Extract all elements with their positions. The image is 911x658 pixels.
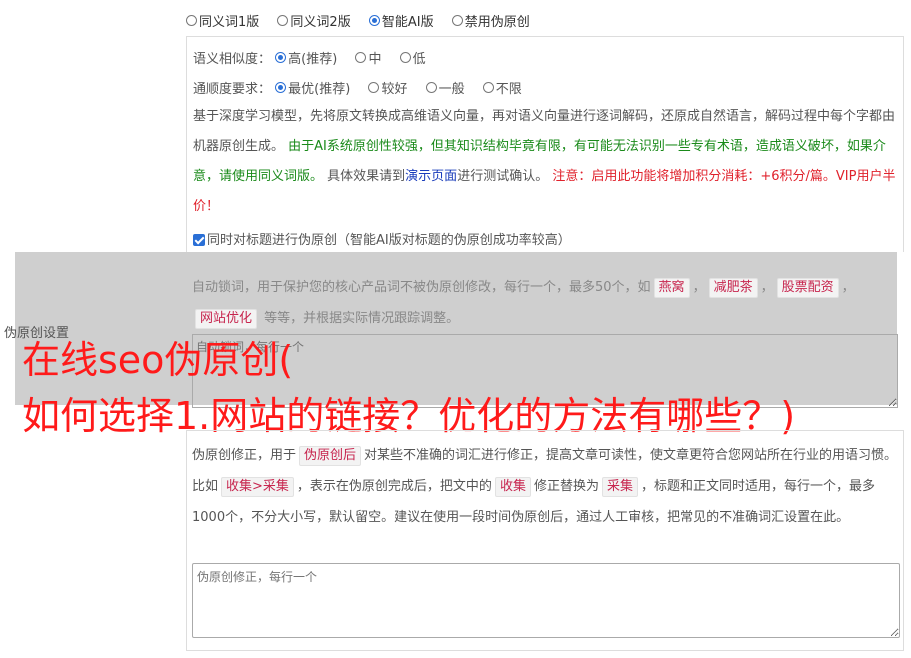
correction-description: 伪原创修正，用于 伪原创后 对某些不准确的词汇进行修正，提高文章可读性，使文章更符合… <box>192 446 898 525</box>
mode-radio-group: 同义词1版 同义词2版 智能AI版 禁用伪原创 <box>186 11 544 30</box>
checkbox-checked-icon[interactable] <box>193 234 205 246</box>
example-tag: 收集 <box>494 477 531 497</box>
radio-icon[interactable] <box>277 15 289 26</box>
title-checkbox-row[interactable]: 同时对标题进行伪原创（智能AI版对标题的伪原创成功率较高） <box>193 229 571 248</box>
example-tag: 采集 <box>601 477 638 497</box>
correction-input[interactable] <box>192 563 900 638</box>
similarity-label: 语义相似度： <box>193 52 272 67</box>
radio-icon[interactable] <box>425 82 437 93</box>
fluency-normal[interactable]: 一般 <box>425 78 465 97</box>
example-tag: 燕窝 <box>653 278 690 298</box>
radio-icon[interactable] <box>451 15 463 26</box>
demo-page-link[interactable]: 演示页面 <box>405 169 457 184</box>
lock-words-description: 自动锁词，用于保护您的核心产品词不被伪原创修改，每行一个，最多50个，如 燕窝，减… <box>192 272 897 334</box>
similarity-row: 语义相似度： 高(推荐) 中 低 <box>193 48 440 67</box>
example-tag: 伪原创后 <box>299 446 362 466</box>
mode-option-synonym1[interactable]: 同义词1版 <box>186 11 259 30</box>
ai-settings-panel: 语义相似度： 高(推荐) 中 低 通顺度要求： 最优(推荐) 较好 一般 不限 … <box>186 36 904 252</box>
similarity-medium[interactable]: 中 <box>355 48 381 67</box>
radio-icon[interactable] <box>186 15 197 26</box>
example-tag: 收集>采集 <box>221 477 294 497</box>
fluency-label: 通顺度要求： <box>193 82 272 97</box>
fluency-any[interactable]: 不限 <box>482 78 522 97</box>
fluency-row: 通顺度要求： 最优(推荐) 较好 一般 不限 <box>193 78 536 97</box>
mode-option-disable[interactable]: 禁用伪原创 <box>451 11 530 30</box>
radio-icon[interactable] <box>355 52 367 63</box>
radio-selected-icon[interactable] <box>275 82 287 93</box>
mode-option-synonym2[interactable]: 同义词2版 <box>277 11 351 30</box>
example-tag: 股票配资 <box>776 278 839 298</box>
fluency-best[interactable]: 最优(推荐) <box>275 78 350 97</box>
example-tag: 网站优化 <box>195 309 258 329</box>
radio-icon[interactable] <box>399 52 411 63</box>
radio-selected-icon[interactable] <box>275 52 287 63</box>
similarity-low[interactable]: 低 <box>399 48 426 67</box>
mode-option-ai[interactable]: 智能AI版 <box>368 11 434 30</box>
example-tag: 减肥茶 <box>708 278 758 298</box>
similarity-high[interactable]: 高(推荐) <box>275 48 337 67</box>
radio-icon[interactable] <box>368 82 380 93</box>
overlay-headline: 在线seo伪原创( 如何选择1.网站的链接？优化的方法有哪些？) <box>22 338 796 438</box>
radio-icon[interactable] <box>482 82 494 93</box>
radio-selected-icon[interactable] <box>368 15 380 26</box>
fluency-good[interactable]: 较好 <box>368 78 407 97</box>
ai-description: 基于深度学习模型，先将原文转换成高维语义向量，再对语义向量进行逐词解码，还原成自… <box>193 109 896 214</box>
